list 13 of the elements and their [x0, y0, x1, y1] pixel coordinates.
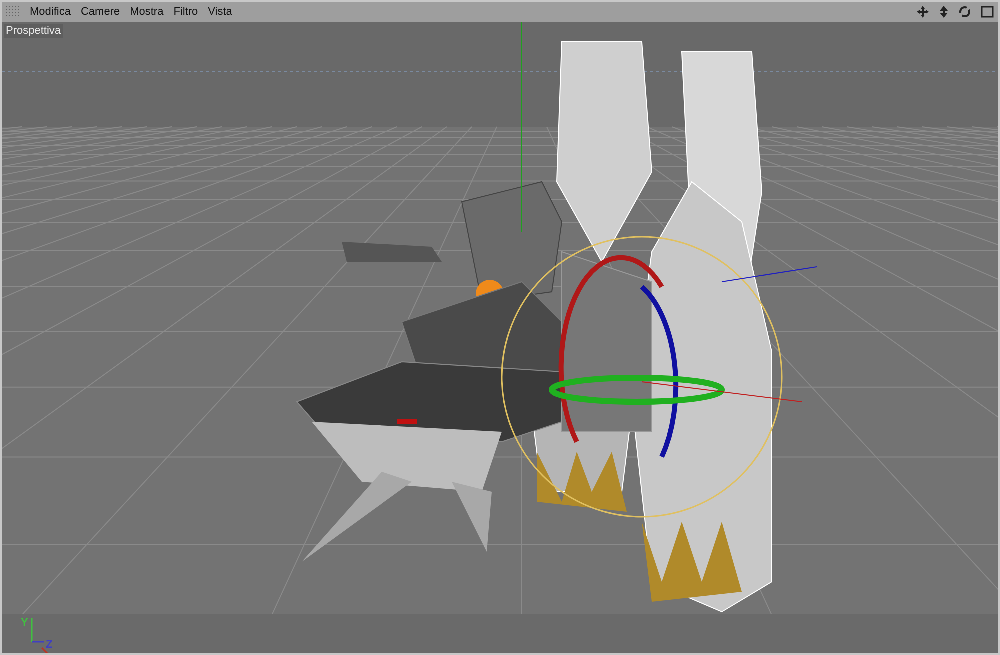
rotate-icon[interactable]: [959, 6, 971, 18]
menu-item[interactable]: Camere: [80, 6, 120, 18]
dolly-icon[interactable]: [939, 6, 949, 18]
move-icon[interactable]: [917, 6, 929, 18]
maximize-icon[interactable]: [981, 6, 994, 18]
menu-item[interactable]: Vista: [208, 6, 232, 18]
axis-label: Y: [21, 617, 28, 629]
axis-label: Z: [46, 639, 53, 651]
menu-item[interactable]: Mostra: [130, 6, 164, 18]
viewport-label: Prospettiva: [4, 24, 64, 38]
menu-item[interactable]: Modifica: [30, 6, 71, 18]
menu-item[interactable]: Filtro: [174, 6, 198, 18]
grip-icon: [6, 6, 20, 18]
